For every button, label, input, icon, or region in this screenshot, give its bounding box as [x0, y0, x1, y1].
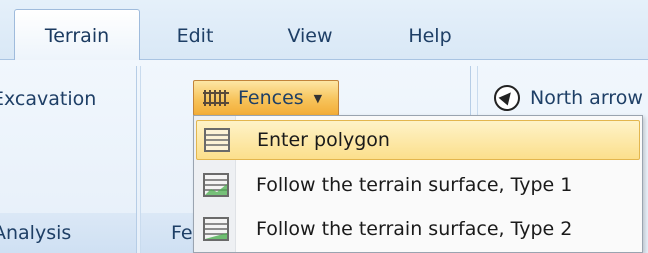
menu-item-terrain-type1[interactable]: Follow the terrain surface, Type 1 [196, 165, 640, 205]
menu-item-label: Follow the terrain surface, Type 2 [256, 218, 573, 240]
tab-view[interactable]: View [270, 12, 350, 60]
fence-icon [203, 90, 229, 106]
terrain-fence-type2-icon [203, 217, 229, 241]
compass-icon [494, 85, 520, 111]
app-window: Terrain Edit View Help Excavation Analys… [0, 0, 648, 253]
tab-terrain[interactable]: Terrain [14, 9, 140, 61]
menu-item-terrain-type2[interactable]: Follow the terrain surface, Type 2 [196, 209, 640, 249]
tab-edit[interactable]: Edit [160, 12, 230, 60]
group-label-text: Analysis [0, 222, 72, 244]
ribbon-group-analysis: Excavation Analysis [0, 66, 137, 253]
group-label-analysis: Analysis [0, 213, 136, 253]
chevron-down-icon: ▼ [313, 91, 323, 105]
menu-item-enter-polygon[interactable]: Enter polygon [196, 120, 640, 160]
group-label-text: Fe [171, 222, 193, 244]
menu-item-label: Follow the terrain surface, Type 1 [256, 174, 573, 196]
polygon-fence-icon [204, 128, 230, 152]
north-arrow-button[interactable]: North arrow [494, 80, 643, 116]
tab-help[interactable]: Help [395, 12, 465, 60]
fences-dropdown-menu: Enter polygon Follow the terrain surface… [193, 115, 643, 253]
ribbon-tab-bar: Terrain Edit View Help [0, 0, 648, 61]
terrain-fence-type1-icon [203, 173, 229, 197]
fences-label: Fences [238, 87, 304, 109]
north-arrow-label: North arrow [530, 87, 643, 109]
excavation-button[interactable]: Excavation [0, 88, 96, 110]
fences-dropdown-button[interactable]: Fences ▼ [193, 80, 339, 116]
menu-item-label: Enter polygon [257, 129, 390, 151]
